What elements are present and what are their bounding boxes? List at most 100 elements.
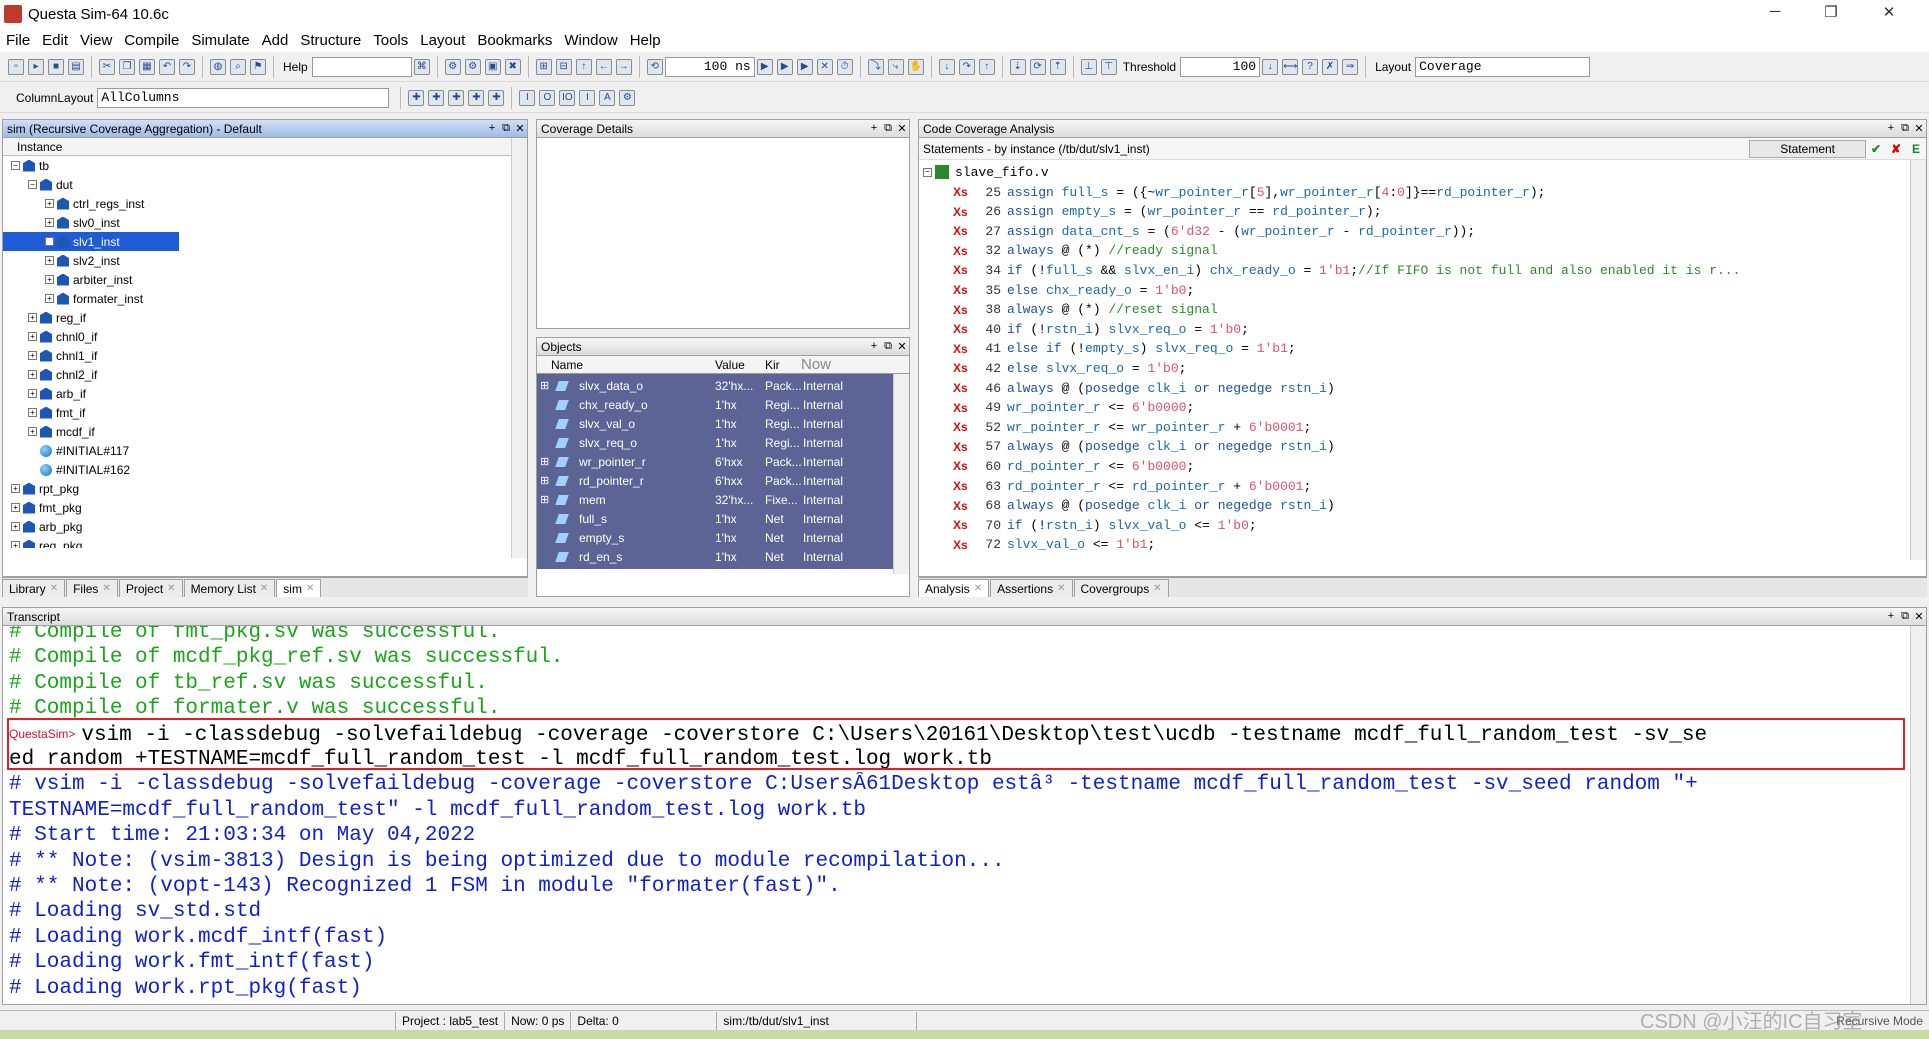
up-arrow-icon[interactable]: ↑ [576,59,592,75]
transcript-text[interactable]: # Compile of fmt_pkg.sv was successful.#… [9,626,1926,1002]
coverage-line[interactable]: Xs35else chx_ready_o = 1'b0; [919,280,1194,300]
coverage-line[interactable]: Xs41else if (!empty_s) slvx_req_o = 1'b1… [919,339,1296,359]
coverage-line[interactable]: Xs52wr_pointer_r <= wr_pointer_r + 6'b00… [919,417,1311,437]
tree-row[interactable]: +chnl0_if [3,327,97,346]
object-row[interactable]: rd_en_s1'hxNetInternal [537,547,893,566]
panel-undock-icon[interactable]: ⧉ [1898,122,1912,135]
object-expander-icon[interactable]: ⊞ [540,493,550,506]
filter-icon[interactable]: ↓ [1262,59,1278,75]
menu-tools[interactable]: Tools [373,32,408,49]
copy-icon[interactable]: ❐ [119,59,135,75]
tree-row[interactable]: +slv0_inst [3,213,120,232]
forward-arrow-icon[interactable]: → [616,59,632,75]
tree-row[interactable]: +reg_pkg [3,536,82,548]
col-now[interactable]: Now [801,356,831,373]
coverage-line[interactable]: Xs63rd_pointer_r <= rd_pointer_r + 6'b00… [919,476,1311,496]
tab-library[interactable]: Library✕ [2,579,65,597]
tree-row[interactable]: −tb [3,156,49,175]
add-dataflow-icon[interactable]: ✚ [468,90,484,106]
restart-icon[interactable]: ⟲ [647,59,663,75]
tree-row[interactable]: +chnl2_if [3,365,97,384]
panel-close-icon[interactable]: ✕ [513,122,527,135]
coverage-line[interactable]: Xs26assign empty_s = (wr_pointer_r == rd… [919,202,1382,222]
tree-expander-icon[interactable]: + [45,256,54,265]
tab-assertions[interactable]: Assertions✕ [990,579,1072,597]
help-search-icon[interactable]: ⌘ [414,59,430,75]
exclude-icon[interactable]: ✗ [1322,59,1338,75]
tree-row[interactable]: +ctrl_regs_inst [3,194,144,213]
print-icon[interactable]: ▤ [68,59,84,75]
tree-row[interactable]: +formater_inst [3,289,143,308]
tree-expander-icon[interactable]: + [45,294,54,303]
tree-row[interactable]: +fmt_pkg [3,498,82,517]
transcript-vscrollbar[interactable] [1910,626,1926,1004]
file-node[interactable]: − slave_fifo.v [923,162,1049,182]
e-icon[interactable]: E [1906,142,1926,156]
run-all-icon[interactable]: ▶ [797,59,813,75]
tree-row[interactable]: +reg_if [3,308,86,327]
panel-close-icon[interactable]: ✕ [895,122,909,135]
tree-expander-icon[interactable]: + [28,370,37,379]
coverage-line[interactable]: Xs38always @ (*) //reset signal [919,300,1218,320]
step-over-icon[interactable]: ⤷ [888,59,904,75]
tree-row[interactable]: −dut [3,175,73,194]
menu-add[interactable]: Add [262,32,289,49]
tree-expander-icon[interactable]: − [11,161,20,170]
object-expander-icon[interactable]: ⊞ [540,474,550,487]
tree-row[interactable]: +mcdf_if [3,422,95,441]
tree-expander-icon[interactable]: + [28,427,37,436]
panel-close-icon[interactable]: ✕ [1912,122,1926,135]
coverage-line[interactable]: Xs57always @ (posedge clk_i or negedge r… [919,437,1335,457]
object-row[interactable]: ⊞mem32'hx...Fixe...Internal [537,490,893,509]
panel-close-icon[interactable]: ✕ [1912,610,1926,623]
tree-expander-icon[interactable]: + [28,408,37,417]
object-row[interactable]: full_s1'hxNetInternal [537,509,893,528]
statement-button[interactable]: Statement [1749,140,1866,158]
col-name[interactable]: Name [551,358,583,372]
menu-edit[interactable]: Edit [42,32,68,49]
tree-expander-icon[interactable]: + [28,389,37,398]
menu-simulate[interactable]: Simulate [191,32,249,49]
tree-expander-icon[interactable]: + [28,313,37,322]
panel-undock-icon[interactable]: ⧉ [881,122,895,135]
bookmark-icon[interactable]: ⚑ [250,59,266,75]
loop-icon[interactable]: ⟳ [1030,59,1046,75]
column-layout-select[interactable]: AllColumns [97,88,389,108]
tree-expander-icon[interactable]: + [11,503,20,512]
step-up-icon[interactable]: ↑ [979,59,995,75]
redo-icon[interactable]: ↷ [179,59,195,75]
tree-row[interactable]: +rpt_pkg [3,479,79,498]
upload-icon[interactable]: ⇡ [1050,59,1066,75]
tree-row[interactable]: +slv2_inst [3,251,120,270]
panel-dock-icon[interactable]: + [485,122,499,135]
tree-expander-icon[interactable]: + [28,351,37,360]
threshold-input[interactable]: 100 [1180,57,1260,77]
col-kind[interactable]: Kir [765,358,780,372]
tree-row[interactable]: +fmt_if [3,403,85,422]
back-arrow-icon[interactable]: ← [596,59,612,75]
object-row[interactable]: slvx_val_o1'hxRegi...Internal [537,414,893,433]
sim-vscrollbar[interactable] [511,138,527,558]
tab-project[interactable]: Project✕ [119,579,183,597]
coverage-line[interactable]: Xs70if (!rstn_i) slvx_val_o <= 1'b0; [919,515,1257,535]
coverage-line[interactable]: Xs25assign full_s = ({~wr_pointer_r[5],w… [919,182,1545,202]
run-length-input[interactable]: 100 ns [665,57,755,77]
simulate-icon[interactable]: ▣ [485,59,501,75]
tree-expander-icon[interactable]: + [28,332,37,341]
run-icon[interactable]: ▶ [757,59,773,75]
menu-layout[interactable]: Layout [420,32,465,49]
tree-expander-icon[interactable]: + [11,484,20,493]
next-icon[interactable]: ⇒ [1342,59,1358,75]
tree-row[interactable]: #INITIAL#117 [3,441,129,460]
filter-settings-icon[interactable]: ⚙ [619,90,635,106]
checkmark-icon[interactable]: ✔ [1866,142,1886,156]
objects-vscrollbar[interactable] [893,374,909,574]
tree-row[interactable]: +arb_if [3,384,86,403]
tree-expander-icon[interactable]: + [45,275,54,284]
tab-covergroups[interactable]: Covergroups✕ [1074,579,1169,597]
restore-button[interactable]: ❐ [1816,3,1846,21]
filter-all-icon[interactable]: A [599,90,615,106]
tab-sim[interactable]: sim✕ [276,579,321,597]
performance-icon[interactable]: ⏱ [837,59,853,75]
add-watch-icon[interactable]: ✚ [488,90,504,106]
